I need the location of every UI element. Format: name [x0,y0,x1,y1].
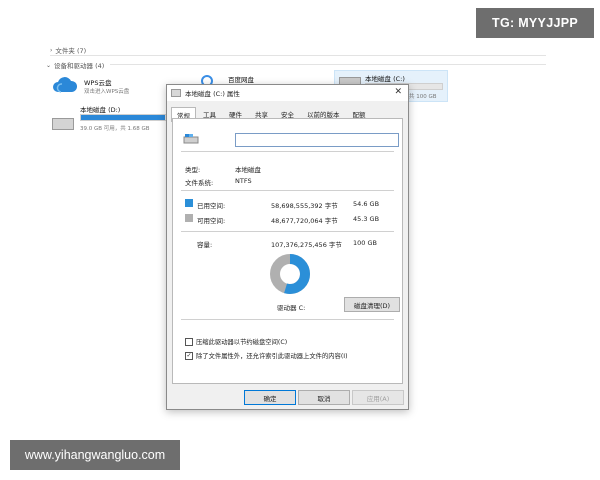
ok-button[interactable]: 确定 [244,390,296,405]
compress-option[interactable]: 压缩此驱动器以节约磁盘空间(C) [185,337,287,346]
used-space-label: 已用空间: [197,202,226,210]
free-space-gb: 45.3 GB [353,215,380,223]
drive-icon [171,89,181,97]
close-icon[interactable]: ✕ [394,87,402,97]
divider [181,319,394,320]
free-space-swatch [185,214,193,222]
free-space-label: 可用空间: [197,217,226,225]
general-panel: 类型: 本地磁盘 文件系统: NTFS 已用空间: 58,698,555,392… [172,118,403,384]
divider [181,190,394,191]
used-space-bytes: 58,698,555,392 字节 [271,202,338,210]
capacity-bytes: 107,376,275,456 字节 [271,241,342,249]
drive-icon [52,118,74,130]
drive-subtitle: 39.0 GB 可用，共 1.68 GB [80,126,150,132]
devices-section-label: 设备和驱动器 (4) [54,62,105,70]
used-space-swatch [185,199,193,207]
cancel-button[interactable]: 取消 [298,390,350,405]
drive-subtitle: 双击进入WPS云盘 [84,89,130,95]
drive-tile-wps[interactable]: WPS云盘 双击进入WPS云盘 [52,74,129,96]
drive-tile-d[interactable]: 本地磁盘 (D:) 39.0 GB 可用，共 1.68 GB [52,104,172,134]
drive-name-input[interactable] [235,133,399,147]
divider [181,231,394,232]
type-value: 本地磁盘 [235,166,261,174]
used-space-gb: 54.6 GB [353,200,380,208]
index-checkbox[interactable]: ✓ [185,351,193,360]
type-label: 类型: [185,166,201,174]
watermark-bottom: www.yihangwangluo.com [10,440,180,470]
watermark-top: TG: MYYJJPP [476,8,594,38]
index-option[interactable]: ✓ 除了文件属性外，还允许索引此驱动器上文件的内容(I) [185,351,348,360]
chevron-right-icon: › [50,46,53,54]
drive-usage-fill [81,115,165,120]
divider [110,64,546,65]
drive-usage-bar [80,114,170,121]
filesystem-label: 文件系统: [185,179,214,187]
capacity-gb: 100 GB [353,239,377,247]
chevron-down-icon: ⌄ [46,61,52,69]
dialog-title: 本地磁盘 (C:) 属性 [185,90,240,98]
devices-section-header[interactable]: ⌄ 设备和驱动器 (4) [46,60,105,71]
dialog-titlebar[interactable]: 本地磁盘 (C:) 属性 ✕ [167,85,408,101]
index-label: 除了文件属性外，还允许索引此驱动器上文件的内容(I) [196,353,348,360]
drive-name: WPS云盘 [84,79,112,87]
properties-dialog: 本地磁盘 (C:) 属性 ✕ 常规 工具 硬件 共享 安全 以前的版本 配额 类… [166,84,409,410]
folders-section-label: 文件夹 (7) [55,47,87,55]
folders-section-header[interactable]: › 文件夹 (7) [50,45,87,56]
disk-usage-donut [270,254,310,294]
drive-subtitle: 共 100 GB [409,94,437,100]
drive-letter-label: 驱动器 C: [277,304,306,312]
disk-cleanup-button[interactable]: 磁盘清理(D) [344,297,400,312]
filesystem-value: NTFS [235,177,252,185]
divider [50,55,546,56]
cloud-icon [53,77,78,93]
capacity-label: 容量: [197,241,213,249]
divider [181,151,394,152]
compress-checkbox[interactable] [185,337,193,346]
compress-label: 压缩此驱动器以节约磁盘空间(C) [196,339,288,346]
apply-button[interactable]: 应用(A) [352,390,404,405]
drive-name: 本地磁盘 (D:) [80,106,121,114]
drive-name: 本地磁盘 (C:) [365,75,405,83]
drive-icon [183,134,199,144]
free-space-bytes: 48,677,720,064 字节 [271,217,338,225]
